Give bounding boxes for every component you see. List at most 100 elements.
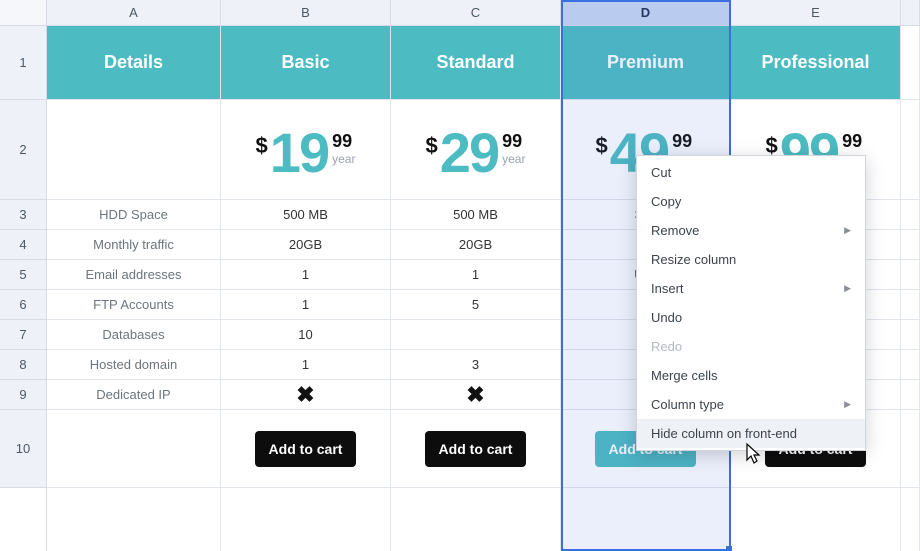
cell-gap: [901, 260, 920, 290]
add-to-cart-standard-button[interactable]: Add to cart: [425, 431, 527, 467]
cell-a10[interactable]: [47, 410, 221, 488]
context-copy[interactable]: Copy: [637, 187, 865, 216]
cell-a2[interactable]: [47, 100, 221, 200]
context-merge-cells[interactable]: Merge cells: [637, 361, 865, 390]
feature-ftp-label[interactable]: FTP Accounts: [47, 290, 221, 320]
head-basic[interactable]: Basic: [221, 26, 391, 100]
price-standard-cents: 99: [502, 131, 525, 152]
cell-gap: [901, 100, 920, 200]
context-undo[interactable]: Undo: [637, 303, 865, 332]
spreadsheet[interactable]: A B C D E 1 2 3 4 5 6 7 8 9 10 Details B…: [0, 0, 920, 551]
feature-ftp-standard[interactable]: 5: [391, 290, 561, 320]
row-header-10[interactable]: 10: [0, 410, 47, 488]
price-basic-main: 19: [270, 125, 328, 181]
row-header-5[interactable]: 5: [0, 260, 47, 290]
feature-traffic-label[interactable]: Monthly traffic: [47, 230, 221, 260]
head-premium[interactable]: Premium: [561, 26, 731, 100]
add-to-cart-basic-button[interactable]: Add to cart: [255, 431, 357, 467]
row-header-3[interactable]: 3: [0, 200, 47, 230]
col-header-e[interactable]: E: [731, 0, 901, 26]
feature-db-basic[interactable]: 10: [221, 320, 391, 350]
col-header-b[interactable]: B: [221, 0, 391, 26]
cell-blank: [731, 488, 901, 551]
context-undo-label: Undo: [651, 310, 682, 325]
head-standard[interactable]: Standard: [391, 26, 561, 100]
price-standard[interactable]: $ 29 99 year: [391, 100, 561, 200]
context-insert-label: Insert: [651, 281, 684, 296]
feature-domain-standard[interactable]: 3: [391, 350, 561, 380]
cell-gap: [901, 488, 920, 551]
feature-db-standard[interactable]: [391, 320, 561, 350]
context-cut-label: Cut: [651, 165, 671, 180]
cell-gap: [901, 230, 920, 260]
feature-hdd-standard[interactable]: 500 MB: [391, 200, 561, 230]
context-cut[interactable]: Cut: [637, 158, 865, 187]
col-header-a[interactable]: A: [47, 0, 221, 26]
chevron-right-icon: ▶: [844, 399, 851, 410]
col-header-c[interactable]: C: [391, 0, 561, 26]
row-header-2[interactable]: 2: [0, 100, 47, 200]
cell-gap: [901, 26, 920, 100]
cell-blank: [47, 488, 221, 551]
feature-db-label[interactable]: Databases: [47, 320, 221, 350]
price-standard-main: 29: [440, 125, 498, 181]
dollar-icon: $: [596, 133, 608, 159]
feature-ip-basic[interactable]: ✖: [221, 380, 391, 410]
cell-gap: [901, 350, 920, 380]
feature-domain-basic[interactable]: 1: [221, 350, 391, 380]
price-premium-cents: 99: [672, 131, 695, 152]
dollar-icon: $: [426, 133, 438, 159]
dollar-icon: $: [256, 133, 268, 159]
corner-cell[interactable]: [0, 0, 47, 26]
feature-ftp-basic[interactable]: 1: [221, 290, 391, 320]
cell-c10[interactable]: Add to cart: [391, 410, 561, 488]
context-copy-label: Copy: [651, 194, 681, 209]
context-remove[interactable]: Remove ▶: [637, 216, 865, 245]
context-remove-label: Remove: [651, 223, 699, 238]
cell-gap: [901, 200, 920, 230]
feature-hdd-label[interactable]: HDD Space: [47, 200, 221, 230]
head-professional[interactable]: Professional: [731, 26, 901, 100]
context-coltype-label: Column type: [651, 397, 724, 412]
context-menu: Cut Copy Remove ▶ Resize column Insert ▶ U…: [636, 155, 866, 451]
price-standard-period: year: [502, 152, 525, 166]
price-basic[interactable]: $ 19 99 year: [221, 100, 391, 200]
feature-email-label[interactable]: Email addresses: [47, 260, 221, 290]
context-redo-label: Redo: [651, 339, 682, 354]
context-redo: Redo: [637, 332, 865, 361]
row-header-6[interactable]: 6: [0, 290, 47, 320]
row-header-4[interactable]: 4: [0, 230, 47, 260]
feature-email-basic[interactable]: 1: [221, 260, 391, 290]
col-header-d[interactable]: D: [561, 0, 731, 26]
cross-icon: ✖: [466, 382, 484, 408]
row-header-1[interactable]: 1: [0, 26, 47, 100]
feature-ip-standard[interactable]: ✖: [391, 380, 561, 410]
head-details[interactable]: Details: [47, 26, 221, 100]
cell-b10[interactable]: Add to cart: [221, 410, 391, 488]
context-resize-label: Resize column: [651, 252, 736, 267]
feature-domain-label[interactable]: Hosted domain: [47, 350, 221, 380]
col-header-gap: [901, 0, 920, 26]
context-column-type[interactable]: Column type ▶: [637, 390, 865, 419]
row-header-7[interactable]: 7: [0, 320, 47, 350]
cell-gap: [901, 320, 920, 350]
cell-gap: [901, 380, 920, 410]
chevron-right-icon: ▶: [844, 225, 851, 236]
feature-traffic-standard[interactable]: 20GB: [391, 230, 561, 260]
feature-traffic-basic[interactable]: 20GB: [221, 230, 391, 260]
row-headers: 1 2 3 4 5 6 7 8 9 10: [0, 26, 47, 551]
feature-email-standard[interactable]: 1: [391, 260, 561, 290]
column-headers: A B C D E: [0, 0, 920, 26]
context-merge-label: Merge cells: [651, 368, 717, 383]
context-insert[interactable]: Insert ▶: [637, 274, 865, 303]
context-resize-column[interactable]: Resize column: [637, 245, 865, 274]
price-basic-period: year: [332, 152, 355, 166]
cell-blank: [221, 488, 391, 551]
row-header-8[interactable]: 8: [0, 350, 47, 380]
feature-ip-label[interactable]: Dedicated IP: [47, 380, 221, 410]
row-header-9[interactable]: 9: [0, 380, 47, 410]
cell-gap: [901, 290, 920, 320]
chevron-right-icon: ▶: [844, 283, 851, 294]
context-hide-column[interactable]: Hide column on front-end: [637, 419, 865, 448]
feature-hdd-basic[interactable]: 500 MB: [221, 200, 391, 230]
